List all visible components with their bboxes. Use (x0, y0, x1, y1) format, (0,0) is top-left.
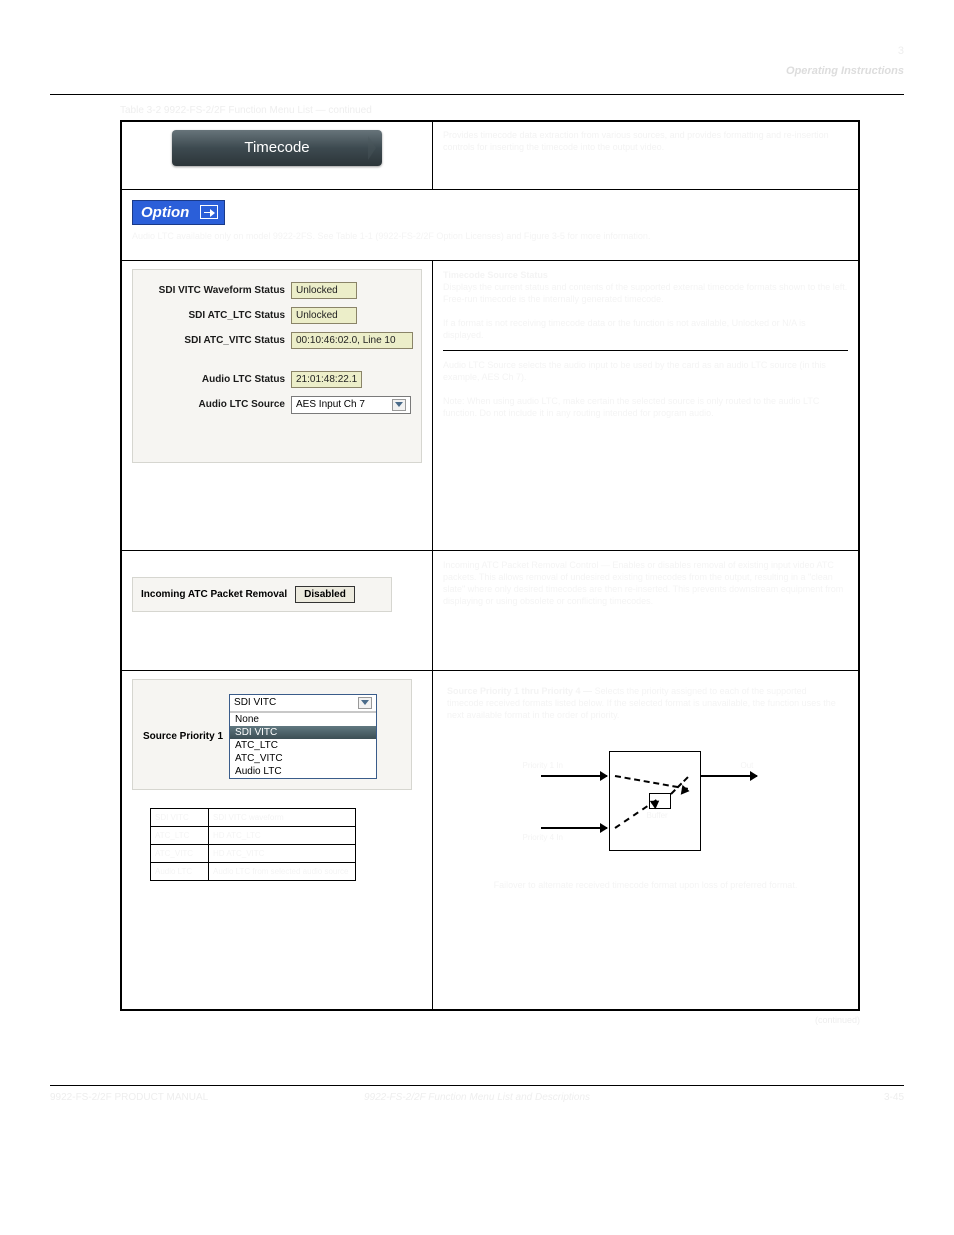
page-header: 3 Operating Instructions (50, 40, 904, 95)
audio-ltc-source-select[interactable]: AES Input Ch 7 (291, 396, 411, 414)
status-desc-3: Note: When using audio LTC, make certain… (443, 395, 848, 419)
timecode-status-panel: SDI VITC Waveform Status Unlocked SDI AT… (132, 269, 422, 463)
diagram-in1-label: Priority 1 In (523, 761, 563, 770)
source-priority-selected: SDI VITC (234, 697, 276, 708)
table-caption: Table 3-2 9922-FS-2/2F Function Menu Lis… (120, 105, 904, 116)
diagram-caption: Failover to alternate received timecode … (443, 879, 848, 891)
status-heading-desc: Displays the current status and contents… (443, 281, 848, 305)
footer-center: 9922-FS-2/2F Function Menu List and Desc… (364, 1092, 590, 1103)
timecode-tab-desc: Provides timecode data extraction from v… (443, 130, 848, 153)
sdi-vitc-waveform-value: Unlocked (291, 282, 357, 299)
sdi-atc-ltc-value: Unlocked (291, 307, 357, 324)
audio-ltc-source-label: Audio LTC Source (141, 399, 291, 410)
status-desc-1: If a format is not receiving timecode da… (443, 317, 848, 341)
atc-removal-panel: Incoming ATC Packet Removal Disabled (132, 577, 392, 612)
option-atc-vitc[interactable]: ATC_VITC (230, 752, 376, 765)
header-title: Operating Instructions (786, 65, 904, 77)
chevron-down-icon (358, 697, 372, 709)
chevron-down-icon (392, 399, 406, 411)
option-sdi-vitc[interactable]: SDI VITC (230, 726, 376, 739)
audio-ltc-status-label: Audio LTC Status (141, 374, 291, 385)
audio-ltc-source-value: AES Input Ch 7 (296, 399, 365, 410)
atc-removal-button[interactable]: Disabled (295, 586, 355, 603)
option-banner: Option (132, 200, 225, 225)
audio-ltc-status-value: 21:01:48:22.1 (291, 371, 362, 388)
sdi-atc-vitc-value: 00:10:46:02.0, Line 10 (291, 332, 413, 349)
mt-r2c1: ATC_LTC (151, 826, 209, 844)
option-note: Audio LTC available only on model 9922-2… (132, 231, 848, 242)
priority-formats-table: SDI VITCSDI VITC waveform ATC_LTCHD ATC_… (150, 808, 356, 881)
timecode-tab-label: Timecode (244, 139, 309, 156)
option-banner-label: Option (141, 204, 189, 221)
sdi-atc-vitc-label: SDI ATC_VITC Status (141, 335, 291, 346)
status-heading: Timecode Source Status (443, 269, 848, 281)
option-atc-ltc[interactable]: ATC_LTC (230, 739, 376, 752)
mt-r4c2: Audio LTC from selected audio source (209, 862, 356, 880)
timecode-tab[interactable]: Timecode (172, 130, 382, 166)
atc-removal-desc: Incoming ATC Packet Removal Control — En… (443, 559, 848, 608)
status-desc-2: Audio LTC Source selects the audio input… (443, 359, 848, 383)
atc-removal-label: Incoming ATC Packet Removal (141, 589, 287, 600)
source-priority-select[interactable]: SDI VITC None SDI VITC ATC_LTC ATC_VITC … (229, 694, 377, 779)
footer-right: 3-45 (884, 1092, 904, 1103)
sdi-vitc-waveform-label: SDI VITC Waveform Status (141, 285, 291, 296)
mt-r1c2: SDI VITC waveform (209, 808, 356, 826)
page-footer: 9922-FS-2/2F PRODUCT MANUAL 9922-FS-2/2F… (50, 1085, 904, 1115)
function-table: Timecode Provides timecode data extracti… (120, 120, 860, 1011)
continued-label: (continued) (120, 1015, 860, 1025)
source-priority-label: Source Priority 1 (143, 731, 223, 742)
diagram-out-label: Out (741, 761, 754, 770)
option-audio-ltc[interactable]: Audio LTC (230, 765, 376, 778)
priority-heading: Source Priority 1 thru Priority 4 — (447, 686, 592, 696)
diagram-in2-label: Priority 4 In (523, 833, 563, 842)
option-arrow-icon (200, 205, 218, 219)
mt-r3c2: HD ATC_VITC (209, 844, 356, 862)
diagram-buf-label: Buffer (647, 811, 668, 820)
chapter-number: 3 (898, 45, 904, 57)
mt-r1c1: SDI VITC (151, 808, 209, 826)
mt-r4c1: Audio LTC (151, 862, 209, 880)
source-priority-options: None SDI VITC ATC_LTC ATC_VITC Audio LTC (230, 712, 376, 778)
option-none[interactable]: None (230, 713, 376, 726)
sdi-atc-ltc-label: SDI ATC_LTC Status (141, 310, 291, 321)
mt-r2c2: HD ATC_LTC (209, 826, 356, 844)
failover-diagram: Priority 1 In Priority 4 In Buffer Out (521, 733, 771, 873)
mt-r3c1: ATC_VITC (151, 844, 209, 862)
footer-left: 9922-FS-2/2F PRODUCT MANUAL (50, 1092, 208, 1103)
source-priority-panel: Source Priority 1 SDI VITC None SDI VITC… (132, 679, 412, 790)
